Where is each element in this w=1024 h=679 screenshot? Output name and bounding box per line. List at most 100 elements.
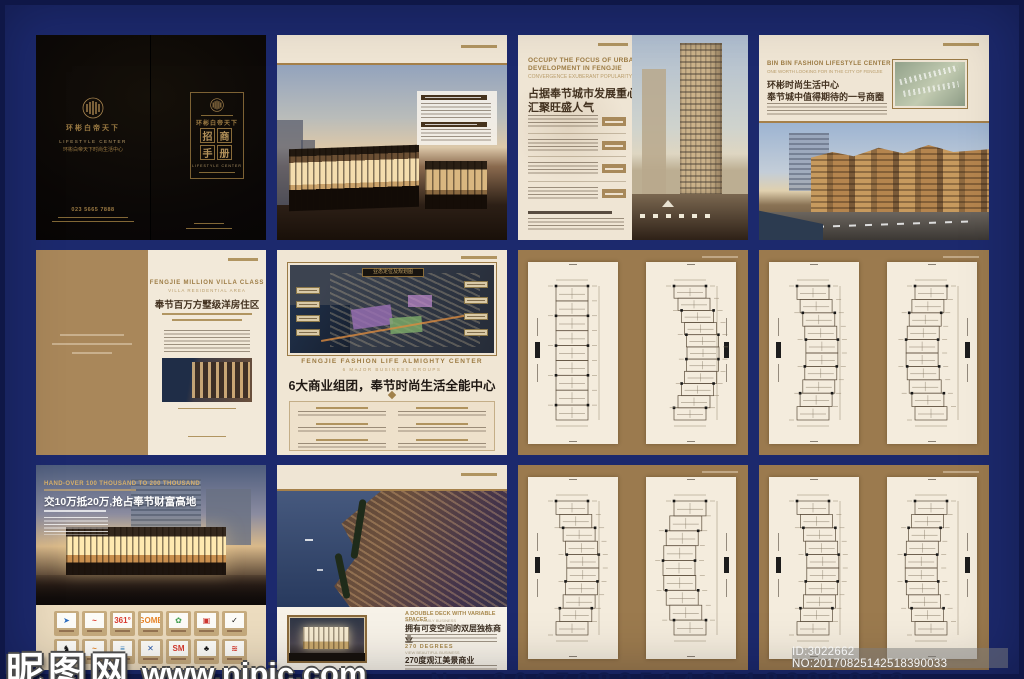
text-placeholder (528, 211, 612, 214)
booklet-title-char: 商 (217, 128, 232, 143)
text-placeholder (605, 145, 623, 147)
text-placeholder (186, 228, 232, 229)
brand-name-placeholder (143, 630, 158, 632)
brand-logo-icon: ~ (85, 613, 104, 628)
floorplan-card (887, 262, 977, 444)
text-placeholder (298, 427, 386, 434)
dusk-mall-photo (277, 65, 507, 240)
brand-logo-icon: ➤ (57, 613, 76, 628)
watermark: 昵图网 www.nipic.com (6, 640, 367, 679)
category-label-button (602, 164, 626, 173)
panel-floorplans-b (759, 250, 989, 455)
text-placeholder (605, 121, 623, 123)
photo-tower-secondary (642, 69, 666, 197)
floorplan-card (769, 477, 859, 659)
text-placeholder (528, 162, 598, 176)
booklet-title-grid: 招 商 手 册 (200, 128, 232, 160)
floorplan-card (769, 262, 859, 444)
text-placeholder (416, 439, 468, 441)
panel-intro-photo (277, 35, 507, 240)
brand-name-en: LIFESTYLE CENTER (192, 164, 242, 168)
heading-en-line1: BIN BIN FASHION LIFESTYLE CENTER (767, 61, 891, 67)
fold-mark (687, 264, 695, 265)
page-header-placeholder (943, 471, 979, 473)
brand-emblem-icon (82, 97, 104, 119)
brand-name-placeholder (87, 630, 102, 632)
brand-name-placeholder (171, 630, 186, 632)
brand-logo-icon: ✿ (169, 613, 188, 628)
photo-umbrella (662, 200, 674, 207)
text-placeholder (316, 439, 368, 441)
floorplan-drawing (789, 494, 848, 642)
photo-mall-facade (289, 144, 419, 212)
floorplan-drawing (548, 279, 600, 427)
masterplan-tag: 业态定位及规划图 (362, 268, 424, 277)
panel-villa-class: FENGJIE MILLION VILLA CLASS VILLA RESIDE… (36, 250, 266, 455)
text-placeholder (421, 103, 491, 118)
text-placeholder (316, 423, 368, 425)
plan-label-tag (296, 301, 320, 308)
fold-mark (810, 441, 818, 442)
business-groups-box (289, 401, 495, 451)
aerial-thumbnail-frame (892, 59, 968, 109)
brand-logo-tile: GOME (138, 611, 163, 636)
panel-cover-spread: 环彬白帝天下 LIFESTYLE CENTER 环彬白帝天下时尚生活中心 023… (36, 35, 266, 240)
text-placeholder (52, 343, 132, 345)
plan-zone-violet (408, 295, 432, 307)
text-placeholder (528, 218, 624, 232)
text-placeholder (398, 411, 486, 418)
brand-logo-tile: ✓ (222, 611, 247, 636)
fold-mark (928, 479, 936, 480)
brand-name-placeholder (59, 630, 74, 632)
villa-aerial-photo (162, 358, 252, 402)
floorplan-drawing (897, 494, 959, 642)
brand-logo-tile: ~ (82, 611, 107, 636)
category-label-button (602, 117, 626, 126)
booklet-title-char: 册 (217, 145, 232, 160)
spine-divider (150, 35, 151, 240)
heading-en-sub: CONVERGENCE EXUBERANT POPULARITY (528, 74, 633, 80)
cover-phone: 023 5665 7888 (71, 207, 115, 213)
panel-floorplans-d (759, 465, 989, 670)
page-header-placeholder (461, 256, 497, 259)
photo-tower-main (680, 43, 722, 195)
text-placeholder (188, 436, 226, 437)
plan-label-tag (464, 329, 488, 336)
heading-en-line1: OCCUPY THE FOCUS OF URBAN (528, 57, 639, 64)
brand-name-cn: 环彬白帝天下 (66, 125, 120, 132)
heading-en-line1: FENGJIE FASHION LIFE ALMIGHTY CENTER (301, 358, 483, 365)
stock-preview-canvas: 环彬白帝天下 LIFESTYLE CENTER 环彬白帝天下时尚生活中心 023… (0, 0, 1024, 679)
text-placeholder (44, 517, 108, 535)
fold-mark (928, 264, 936, 265)
brand-logo-icon: 361° (113, 613, 132, 628)
text-placeholder (467, 284, 485, 285)
text-placeholder (194, 223, 224, 224)
text-placeholder (201, 115, 233, 116)
text-placeholder (72, 352, 112, 354)
photo-pool-deck (632, 194, 748, 240)
floorplan-card (646, 262, 736, 444)
text-placeholder (58, 217, 128, 218)
row-divider (528, 133, 626, 134)
page-header-placeholder (943, 256, 979, 258)
masterplan-image: 业态定位及规划图 (290, 265, 494, 353)
text-placeholder (467, 316, 485, 317)
row-divider (528, 156, 626, 157)
text-placeholder (164, 330, 250, 352)
text-placeholder (299, 318, 317, 319)
photo-text-overlay (417, 91, 497, 145)
floorplan-drawing (666, 279, 728, 427)
brand-name-en: LIFESTYLE CENTER (59, 139, 127, 144)
brand-logo-tile: ▣ (194, 611, 219, 636)
text-placeholder (398, 427, 486, 434)
floorplan-card (646, 477, 736, 659)
text-placeholder (60, 334, 124, 336)
booklet-title-char: 手 (200, 145, 215, 160)
floorplan-card (887, 477, 977, 659)
heading-en-sub: ONE WORTH LOOKING FOR IN THE CITY OF FEN… (767, 69, 883, 74)
plan-label-tag (296, 315, 320, 322)
heading-en-line2: DEVELOPMENT IN FENGJIE (528, 65, 623, 72)
text-placeholder (52, 221, 134, 222)
photo-crowd-foreground (36, 575, 266, 605)
text-placeholder (416, 423, 468, 425)
